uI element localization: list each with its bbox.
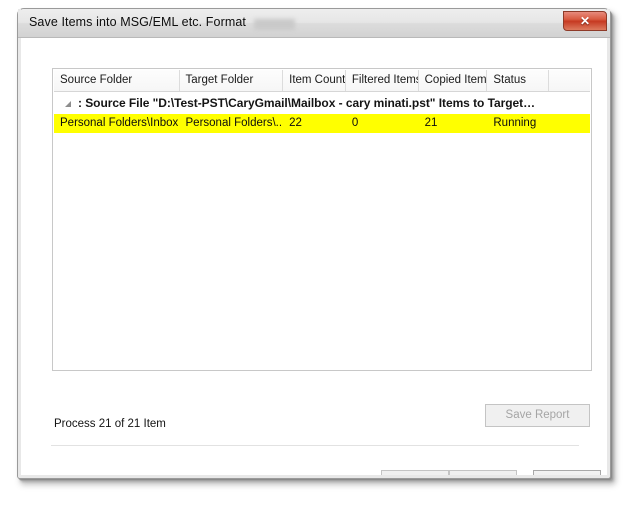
- group-row[interactable]: : Source File "D:\Test-PST\CaryGmail\Mai…: [54, 92, 590, 114]
- footer-separator: [51, 445, 579, 446]
- cell-filler: [549, 114, 590, 133]
- collapse-triangle-icon[interactable]: [63, 97, 76, 110]
- window-title: Save Items into MSG/EML etc. Format: [29, 15, 246, 29]
- column-header-source-folder[interactable]: Source Folder: [54, 70, 180, 91]
- finish-button[interactable]: Finish: [449, 470, 517, 475]
- save-report-button[interactable]: Save Report: [485, 404, 590, 427]
- cell-item-count: 22: [289, 117, 302, 129]
- stop-button[interactable]: Stop: [533, 470, 601, 475]
- grid-header-row: Source Folder Target Folder Item Count F…: [54, 70, 590, 92]
- progress-status-text: Process 21 of 21 Item: [54, 418, 166, 430]
- censored-title-suffix: [254, 19, 295, 30]
- column-header-filler[interactable]: [549, 70, 590, 91]
- table-row[interactable]: Personal Folders\Inbox Personal Folders\…: [54, 114, 590, 133]
- screenshot-root: Save Items into MSG/EML etc. Format ✕ 安 …: [0, 0, 644, 515]
- back-button[interactable]: < Back: [381, 470, 449, 475]
- cell-filtered-items: 0: [351, 117, 359, 129]
- cell-target-folder: Personal Folders\...: [185, 117, 284, 129]
- close-icon: ✕: [579, 14, 591, 28]
- results-grid: Source Folder Target Folder Item Count F…: [52, 68, 592, 371]
- column-header-item-count[interactable]: Item Count: [283, 70, 346, 91]
- grid-body: : Source File "D:\Test-PST\CaryGmail\Mai…: [54, 92, 590, 369]
- title-bar: Save Items into MSG/EML etc. Format ✕: [18, 9, 610, 38]
- column-header-status[interactable]: Status: [487, 70, 550, 91]
- cell-source-folder: Personal Folders\Inbox: [60, 117, 179, 129]
- column-header-filtered-items[interactable]: Filtered Items: [346, 70, 419, 91]
- dialog-window: Save Items into MSG/EML etc. Format ✕ 安 …: [17, 8, 611, 479]
- column-header-copied-items[interactable]: Copied Items: [419, 70, 488, 91]
- column-header-target-folder[interactable]: Target Folder: [180, 70, 284, 91]
- group-row-label: : Source File "D:\Test-PST\CaryGmail\Mai…: [78, 96, 536, 110]
- cell-copied-items: 21: [424, 117, 438, 129]
- close-button[interactable]: ✕: [563, 11, 607, 31]
- cell-status: Running: [493, 117, 537, 129]
- dialog-client-area: 安 安下载 anxz.com Source Folder Target Fold…: [21, 38, 607, 475]
